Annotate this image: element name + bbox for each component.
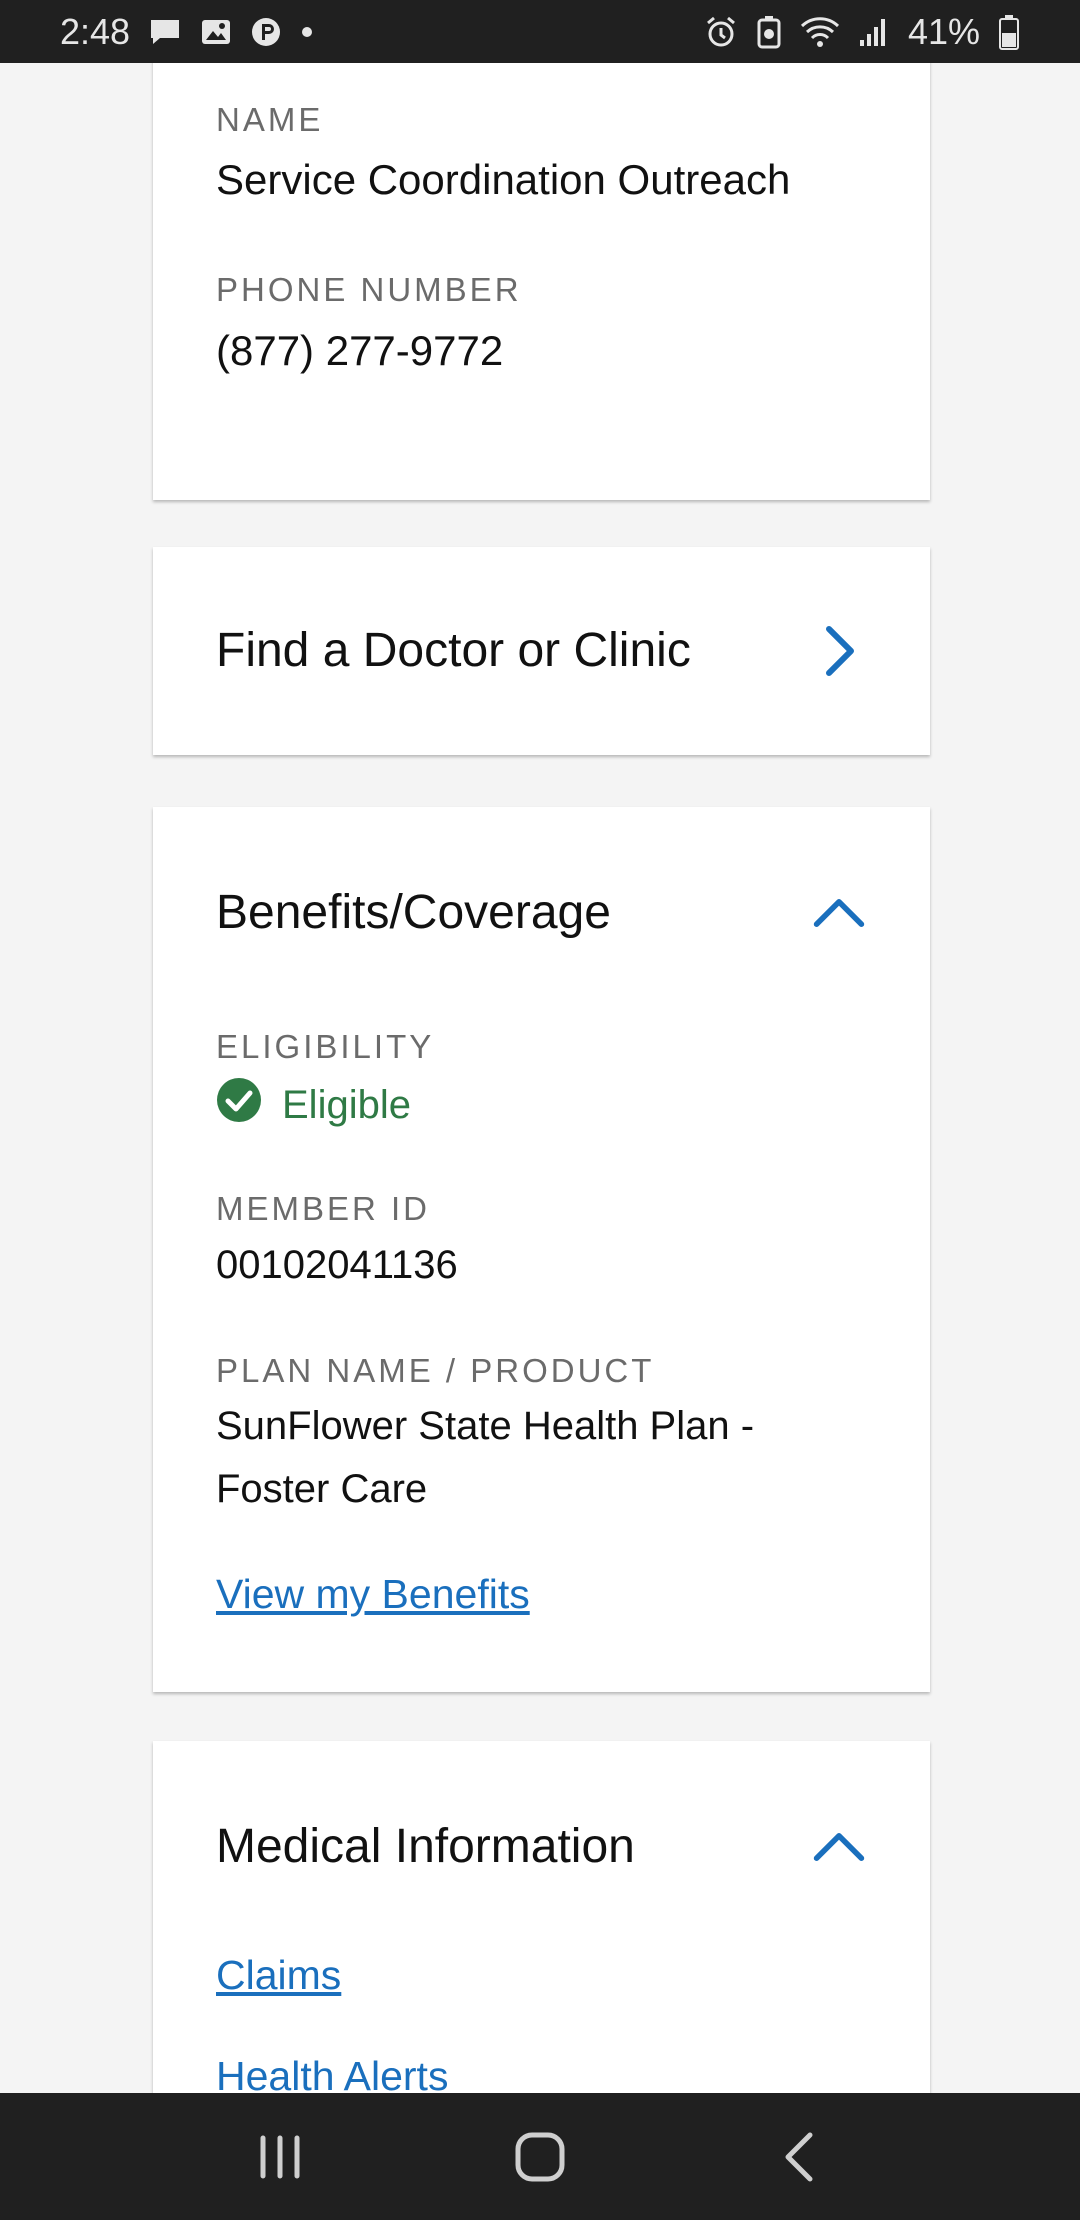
status-left: 2:48	[60, 11, 314, 53]
plan-label: PLAN NAME / PRODUCT	[216, 1352, 655, 1389]
benefits-card: Benefits/Coverage ELIGIBILITY Eligible M…	[153, 807, 930, 1692]
name-value: Service Coordination Outreach	[216, 156, 791, 203]
message-icon	[148, 17, 182, 47]
check-circle-icon	[216, 1077, 262, 1133]
status-right: 41%	[704, 11, 1020, 53]
wifi-icon	[800, 16, 840, 48]
p-app-icon	[250, 16, 282, 48]
eligibility-label: ELIGIBILITY	[216, 1028, 435, 1065]
member-id-value: 00102041136	[216, 1243, 458, 1287]
image-icon	[200, 17, 232, 47]
battery-percent: 41%	[907, 10, 980, 52]
home-button[interactable]	[500, 2117, 580, 2197]
plan-value-line1: SunFlower State Health Plan -	[216, 1404, 755, 1448]
find-doctor-card[interactable]: Find a Doctor or Clinic	[153, 547, 930, 755]
eligibility-value: Eligible	[282, 1082, 411, 1127]
battery-icon	[998, 14, 1020, 50]
signal-icon	[858, 16, 890, 48]
status-bar: 2:48 41%	[0, 0, 1080, 63]
chevron-right-icon[interactable]	[811, 623, 867, 679]
medical-info-card: Medical Information Claims Health Alerts	[153, 1741, 930, 2093]
alarm-icon	[704, 15, 738, 49]
plan-value-line2: Foster Care	[216, 1467, 428, 1511]
back-button[interactable]	[760, 2117, 840, 2197]
name-label: NAME	[216, 101, 324, 138]
contact-card: NAME Service Coordination Outreach PHONE…	[153, 63, 930, 500]
status-time: 2:48	[60, 10, 131, 52]
phone-label: PHONE NUMBER	[216, 271, 522, 308]
chevron-up-icon[interactable]	[811, 1819, 867, 1875]
benefits-title[interactable]: Benefits/Coverage	[216, 885, 611, 940]
find-doctor-title[interactable]: Find a Doctor or Clinic	[216, 623, 691, 678]
nav-bar	[0, 2093, 1080, 2220]
battery-saver-icon	[756, 15, 782, 49]
view-benefits-link[interactable]: View my Benefits	[216, 1571, 530, 1618]
eligibility-status: Eligible	[216, 1077, 411, 1133]
chevron-up-icon[interactable]	[811, 885, 867, 941]
member-id-label: MEMBER ID	[216, 1190, 431, 1227]
recent-apps-button[interactable]	[240, 2117, 320, 2197]
medical-info-title[interactable]: Medical Information	[216, 1819, 635, 1874]
claims-link[interactable]: Claims	[216, 1952, 341, 1999]
health-alerts-link[interactable]: Health Alerts	[216, 2053, 448, 2093]
page-content[interactable]: NAME Service Coordination Outreach PHONE…	[0, 63, 1080, 2093]
dot-icon	[300, 25, 314, 39]
phone-value[interactable]: (877) 277-9772	[216, 327, 503, 375]
